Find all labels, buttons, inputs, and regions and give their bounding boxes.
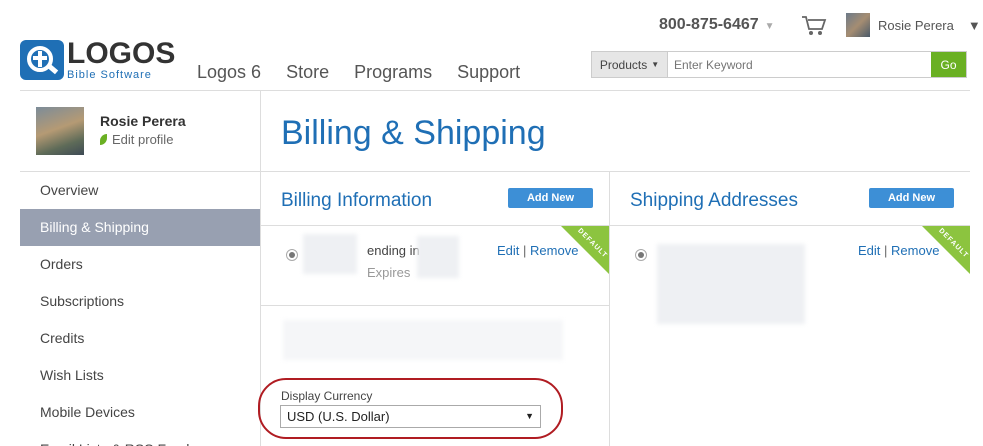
edit-shipping-link[interactable]: Edit xyxy=(858,243,880,258)
chevron-down-icon: ▼ xyxy=(764,21,775,32)
user-name: Rosie Perera xyxy=(878,17,954,33)
nav-programs[interactable]: Programs xyxy=(354,62,432,83)
nav-support[interactable]: Support xyxy=(457,62,520,83)
cart-icon[interactable] xyxy=(801,15,827,37)
search-input[interactable] xyxy=(668,52,931,77)
profile-card: Rosie Perera Edit profile xyxy=(20,91,260,172)
logos-logo[interactable]: LOGOS Bible Software xyxy=(20,39,175,81)
sidebar-item-overview[interactable]: Overview xyxy=(20,172,260,209)
edit-profile-link[interactable]: Edit profile xyxy=(100,132,173,147)
action-separator: | xyxy=(884,243,888,258)
highlight-circle xyxy=(258,378,563,439)
leaf-icon xyxy=(100,134,107,145)
logo-subtitle: Bible Software xyxy=(67,69,152,81)
avatar xyxy=(846,13,870,37)
default-badge: DEFAULT xyxy=(561,226,609,274)
user-menu[interactable]: Rosie Perera ▼ xyxy=(846,13,981,37)
edit-billing-link[interactable]: Edit xyxy=(497,243,519,258)
redacted-area xyxy=(283,320,563,360)
billing-header-divider xyxy=(261,225,609,226)
chevron-down-icon: ▼ xyxy=(967,17,981,33)
shipping-header-divider xyxy=(610,225,970,226)
panel-divider xyxy=(609,172,610,446)
sidebar-item-orders[interactable]: Orders xyxy=(20,246,260,283)
card-logo-redacted xyxy=(303,234,357,274)
add-billing-button[interactable]: Add New xyxy=(508,188,593,208)
card-expiry-text: Expires xyxy=(367,265,411,280)
sidebar-item-wish-lists[interactable]: Wish Lists xyxy=(20,357,260,394)
address-redacted xyxy=(657,244,805,324)
main-nav: Logos 6 Store Programs Support xyxy=(197,62,520,83)
billing-radio[interactable] xyxy=(286,249,298,261)
avatar xyxy=(36,107,84,155)
title-divider xyxy=(261,171,970,172)
search-category-label: Products xyxy=(599,57,648,72)
chevron-down-icon: ▼ xyxy=(651,60,660,69)
phone-number: 800-875-6467 xyxy=(659,16,759,33)
add-shipping-button[interactable]: Add New xyxy=(869,188,954,208)
billing-title: Billing Information xyxy=(281,190,433,211)
shipping-radio[interactable] xyxy=(635,249,647,261)
account-sidebar: Rosie Perera Edit profile Overview Billi… xyxy=(20,91,260,446)
card-details-redacted xyxy=(417,236,459,278)
page-title: Billing & Shipping xyxy=(281,114,546,152)
phone-dropdown[interactable]: 800-875-6467 ▼ xyxy=(659,16,775,34)
nav-logos6[interactable]: Logos 6 xyxy=(197,62,261,83)
default-badge: DEFAULT xyxy=(922,226,970,274)
shipping-title: Shipping Addresses xyxy=(630,190,798,211)
card-number-text: ending in xyxy=(367,243,420,258)
sidebar-item-email-lists[interactable]: Email Lists & RSS Feeds xyxy=(20,431,260,446)
sidebar-item-mobile-devices[interactable]: Mobile Devices xyxy=(20,394,260,431)
search-category-select[interactable]: Products ▼ xyxy=(592,52,668,77)
sidebar-item-billing-shipping[interactable]: Billing & Shipping xyxy=(20,209,260,246)
nav-store[interactable]: Store xyxy=(286,62,329,83)
billing-card-divider xyxy=(261,305,609,306)
logos-mark-icon xyxy=(20,40,64,80)
logo-word: LOGOS xyxy=(67,37,176,70)
search-go-button[interactable]: Go xyxy=(931,52,966,77)
edit-profile-label: Edit profile xyxy=(112,132,174,147)
search-bar: Products▼ Go xyxy=(591,51,967,78)
action-separator: | xyxy=(523,243,527,258)
sidebar-item-credits[interactable]: Credits xyxy=(20,320,260,357)
sidebar-item-subscriptions[interactable]: Subscriptions xyxy=(20,283,260,320)
profile-name: Rosie Perera xyxy=(100,113,186,129)
